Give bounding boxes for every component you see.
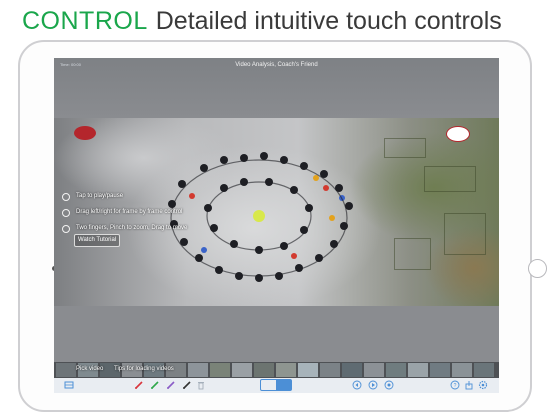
video-thumbnail[interactable] <box>452 363 472 377</box>
video-thumbnail[interactable] <box>56 363 76 377</box>
video-filmstrip[interactable]: Pick video Tips for loading videos <box>54 362 499 378</box>
video-thumbnail[interactable] <box>430 363 450 377</box>
ground-field <box>394 238 431 270</box>
settings-icon[interactable] <box>478 380 488 390</box>
video-thumbnail[interactable] <box>408 363 428 377</box>
video-thumbnail[interactable] <box>210 363 230 377</box>
headline-text: Detailed intuitive touch controls <box>155 7 502 35</box>
help-icon[interactable]: ? <box>450 380 460 390</box>
tip-text: Drag left/right for frame by frame contr… <box>76 209 183 215</box>
red-pen-icon[interactable] <box>134 380 144 390</box>
pick-video-link[interactable]: Pick video <box>76 366 103 372</box>
video-thumbnail[interactable] <box>320 363 340 377</box>
tips-loading-link[interactable]: Tips for loading videos <box>114 366 174 372</box>
bottom-toolbar: ? <box>54 378 499 393</box>
video-thumbnail[interactable] <box>364 363 384 377</box>
move-mode-icon[interactable] <box>276 380 291 390</box>
video-thumbnail[interactable] <box>188 363 208 377</box>
ground-field <box>444 213 486 255</box>
ground-field <box>384 138 426 158</box>
headline: CONTROL Detailed intuitive touch controls <box>22 6 502 36</box>
drag-icon <box>62 209 70 217</box>
two-finger-icon <box>62 225 70 233</box>
video-thumbnail[interactable] <box>386 363 406 377</box>
video-player[interactable]: Tap to play/pause Drag left/right for fr… <box>54 118 499 306</box>
green-pen-icon[interactable] <box>150 380 160 390</box>
video-thumbnail[interactable] <box>254 363 274 377</box>
app-screen: Time: 00:00 Video Analysis, Coach's Frie… <box>54 58 499 393</box>
club-logo-right <box>446 126 470 142</box>
video-thumbnail[interactable] <box>342 363 362 377</box>
mode-toggle[interactable] <box>260 379 292 391</box>
club-logo-left <box>74 126 96 140</box>
top-bar: Time: 00:00 Video Analysis, Coach's Frie… <box>54 58 499 118</box>
loop-icon[interactable] <box>384 380 394 390</box>
video-thumbnail[interactable] <box>276 363 296 377</box>
library-icon[interactable] <box>64 380 74 390</box>
black-pen-icon[interactable] <box>182 380 192 390</box>
watch-tutorial-button[interactable]: Watch Tutorial <box>74 234 121 247</box>
video-thumbnail[interactable] <box>298 363 318 377</box>
video-thumbnail[interactable] <box>232 363 252 377</box>
tip-text: Two fingers, Pinch to zoom, Drag to move <box>76 225 188 231</box>
skydiver-formation <box>168 152 353 282</box>
tip-text: Tap to play/pause <box>76 193 124 199</box>
tap-icon <box>62 193 70 201</box>
draw-mode-icon[interactable] <box>261 380 276 390</box>
skip-back-icon[interactable] <box>352 380 362 390</box>
share-icon[interactable] <box>464 380 474 390</box>
video-thumbnail[interactable] <box>474 363 494 377</box>
home-button[interactable] <box>528 259 547 278</box>
ground-field <box>424 166 476 192</box>
play-icon[interactable] <box>368 380 378 390</box>
app-title: Video Analysis, Coach's Friend <box>235 62 318 68</box>
trash-icon[interactable] <box>196 380 206 390</box>
headline-keyword: CONTROL <box>22 7 148 35</box>
purple-pen-icon[interactable] <box>166 380 176 390</box>
svg-text:?: ? <box>454 383 457 389</box>
